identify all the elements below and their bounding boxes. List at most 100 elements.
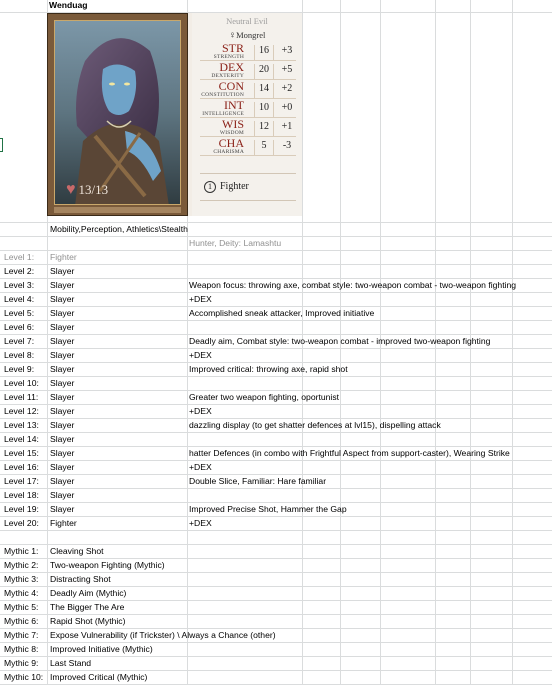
level-label-cell[interactable]: Level 11: (4, 390, 38, 404)
stat-value: 10 (254, 102, 274, 118)
level-label-cell[interactable]: Level 3: (4, 278, 34, 292)
level-label-cell[interactable]: Level 15: (4, 446, 39, 460)
level-label-cell[interactable]: Level 20: (4, 516, 39, 530)
level-label-cell[interactable]: Level 4: (4, 292, 34, 306)
stat-abbr: CON (218, 79, 244, 93)
mythic-label-cell[interactable]: Mythic 3: (4, 572, 38, 586)
skills-cell[interactable]: Mobility,Perception, Athletics\Stealth (50, 222, 188, 236)
mythic-label-cell[interactable]: Mythic 1: (4, 544, 38, 558)
stat-value: 20 (254, 64, 274, 80)
level-label-cell[interactable]: Level 19: (4, 502, 39, 516)
level-label-cell[interactable]: Level 6: (4, 320, 34, 334)
stat-abbr: WIS (222, 117, 244, 131)
stat-abbr: STR (221, 41, 244, 55)
female-symbol-icon: ♀ (228, 30, 237, 41)
level-class-cell[interactable]: Slayer (50, 376, 74, 390)
level-label-cell[interactable]: Level 1: (4, 250, 34, 264)
level-note-cell[interactable]: Greater two weapon fighting, oportunist (189, 390, 339, 404)
stat-abbr: INT (224, 98, 244, 112)
mythic-value-cell[interactable]: Distracting Shot (50, 572, 111, 586)
level-class-cell[interactable]: Slayer (50, 474, 74, 488)
level-class-cell[interactable]: Slayer (50, 432, 74, 446)
mythic-label-cell[interactable]: Mythic 6: (4, 614, 38, 628)
level-label-cell[interactable]: Level 7: (4, 334, 34, 348)
level-label-cell[interactable]: Level 12: (4, 404, 39, 418)
stat-modifier: +2 (281, 83, 293, 94)
mythic-label-cell[interactable]: Mythic 7: (4, 628, 38, 642)
level-class-cell[interactable]: Slayer (50, 278, 74, 292)
stat-modifier: +5 (281, 64, 293, 75)
level-note-cell[interactable]: +DEX (189, 516, 212, 530)
stat-row-con: CON CONSTITUTION 14 +2 (200, 80, 296, 99)
level-class-cell[interactable]: Fighter (50, 250, 77, 264)
character-card: ♥ 13/13 Neutral Evil ♀Mongrel STR STRENG… (47, 13, 302, 216)
mythic-value-cell[interactable]: Two-weapon Fighting (Mythic) (50, 558, 165, 572)
mythic-value-cell[interactable]: Expose Vulnerability (if Trickster) \ Al… (50, 628, 276, 642)
level-note-cell[interactable]: +DEX (189, 348, 212, 362)
stat-value: 16 (254, 45, 274, 61)
mythic-value-cell[interactable]: The Bigger The Are (50, 600, 124, 614)
level-class-cell[interactable]: Slayer (50, 488, 74, 502)
level-label-cell[interactable]: Level 10: (4, 376, 39, 390)
stat-abbr: CHA (218, 136, 244, 150)
level-note-cell[interactable]: +DEX (189, 292, 212, 306)
level-class-cell[interactable]: Slayer (50, 418, 74, 432)
level-class-cell[interactable]: Slayer (50, 292, 74, 306)
portrait-footer-ornament (54, 207, 181, 213)
mythic-value-cell[interactable]: Deadly Aim (Mythic) (50, 586, 126, 600)
level-class-cell[interactable]: Slayer (50, 404, 74, 418)
mythic-label-cell[interactable]: Mythic 10: (4, 670, 43, 684)
level-label-cell[interactable]: Level 18: (4, 488, 39, 502)
level-note-cell[interactable]: hatter Defences (in combo with Frightful… (189, 446, 510, 460)
mythic-label-cell[interactable]: Mythic 2: (4, 558, 38, 572)
level-note-cell[interactable]: dazzling display (to get shatter defence… (189, 418, 441, 432)
mythic-label-cell[interactable]: Mythic 9: (4, 656, 38, 670)
level-label-cell[interactable]: Level 8: (4, 348, 34, 362)
level-label-cell[interactable]: Level 13: (4, 418, 39, 432)
level-class-cell[interactable]: Slayer (50, 320, 74, 334)
alignment: Neutral Evil (226, 16, 268, 26)
level-note-cell[interactable]: Improved critical: throwing axe, rapid s… (189, 362, 348, 376)
archetype-cell[interactable]: Hunter, Deity: Lamashtu (189, 236, 281, 250)
level-note-cell[interactable]: +DEX (189, 460, 212, 474)
mythic-value-cell[interactable]: Last Stand (50, 656, 91, 670)
mythic-label-cell[interactable]: Mythic 4: (4, 586, 38, 600)
level-note-cell[interactable]: Double Slice, Familiar: Hare familiar (189, 474, 326, 488)
stat-value: 5 (254, 140, 274, 156)
mythic-value-cell[interactable]: Improved Initiative (Mythic) (50, 642, 153, 656)
stat-row-cha: CHA CHARISMA 5 -3 (200, 137, 296, 156)
level-class-cell[interactable]: Slayer (50, 306, 74, 320)
level-class-cell[interactable]: Slayer (50, 446, 74, 460)
level-note-cell[interactable]: +DEX (189, 404, 212, 418)
level-class-cell[interactable]: Slayer (50, 362, 74, 376)
level-class-cell[interactable]: Slayer (50, 502, 74, 516)
level-class-cell[interactable]: Slayer (50, 334, 74, 348)
level-label-cell[interactable]: Level 2: (4, 264, 34, 278)
mythic-label-cell[interactable]: Mythic 8: (4, 642, 38, 656)
stat-modifier: +3 (281, 45, 293, 56)
stat-modifier: +0 (281, 102, 293, 113)
hit-points: ♥ 13/13 (66, 182, 108, 198)
level-class-cell[interactable]: Slayer (50, 264, 74, 278)
level-class-cell[interactable]: Slayer (50, 390, 74, 404)
level-class-cell[interactable]: Slayer (50, 348, 74, 362)
level-class-cell[interactable]: Slayer (50, 460, 74, 474)
stat-value: 14 (254, 83, 274, 99)
level-note-cell[interactable]: Weapon focus: throwing axe, combat style… (189, 278, 516, 292)
mythic-value-cell[interactable]: Rapid Shot (Mythic) (50, 614, 125, 628)
character-name-cell[interactable]: Wenduag (49, 0, 88, 12)
level-note-cell[interactable]: Improved Precise Shot, Hammer the Gap (189, 502, 347, 516)
level-note-cell[interactable]: Accomplished sneak attacker, Improved in… (189, 306, 374, 320)
level-class-cell[interactable]: Fighter (50, 516, 77, 530)
level-label-cell[interactable]: Level 16: (4, 460, 39, 474)
level-note-cell[interactable]: Deadly aim, Combat style: two-weapon com… (189, 334, 490, 348)
level-label-cell[interactable]: Level 9: (4, 362, 34, 376)
mythic-value-cell[interactable]: Improved Critical (Mythic) (50, 670, 147, 684)
hit-points-value: 13/13 (78, 182, 109, 197)
mythic-value-cell[interactable]: Cleaving Shot (50, 544, 104, 558)
mythic-label-cell[interactable]: Mythic 5: (4, 600, 38, 614)
level-label-cell[interactable]: Level 17: (4, 474, 39, 488)
level-label-cell[interactable]: Level 14: (4, 432, 39, 446)
class-name: Fighter (220, 181, 249, 192)
level-label-cell[interactable]: Level 5: (4, 306, 34, 320)
